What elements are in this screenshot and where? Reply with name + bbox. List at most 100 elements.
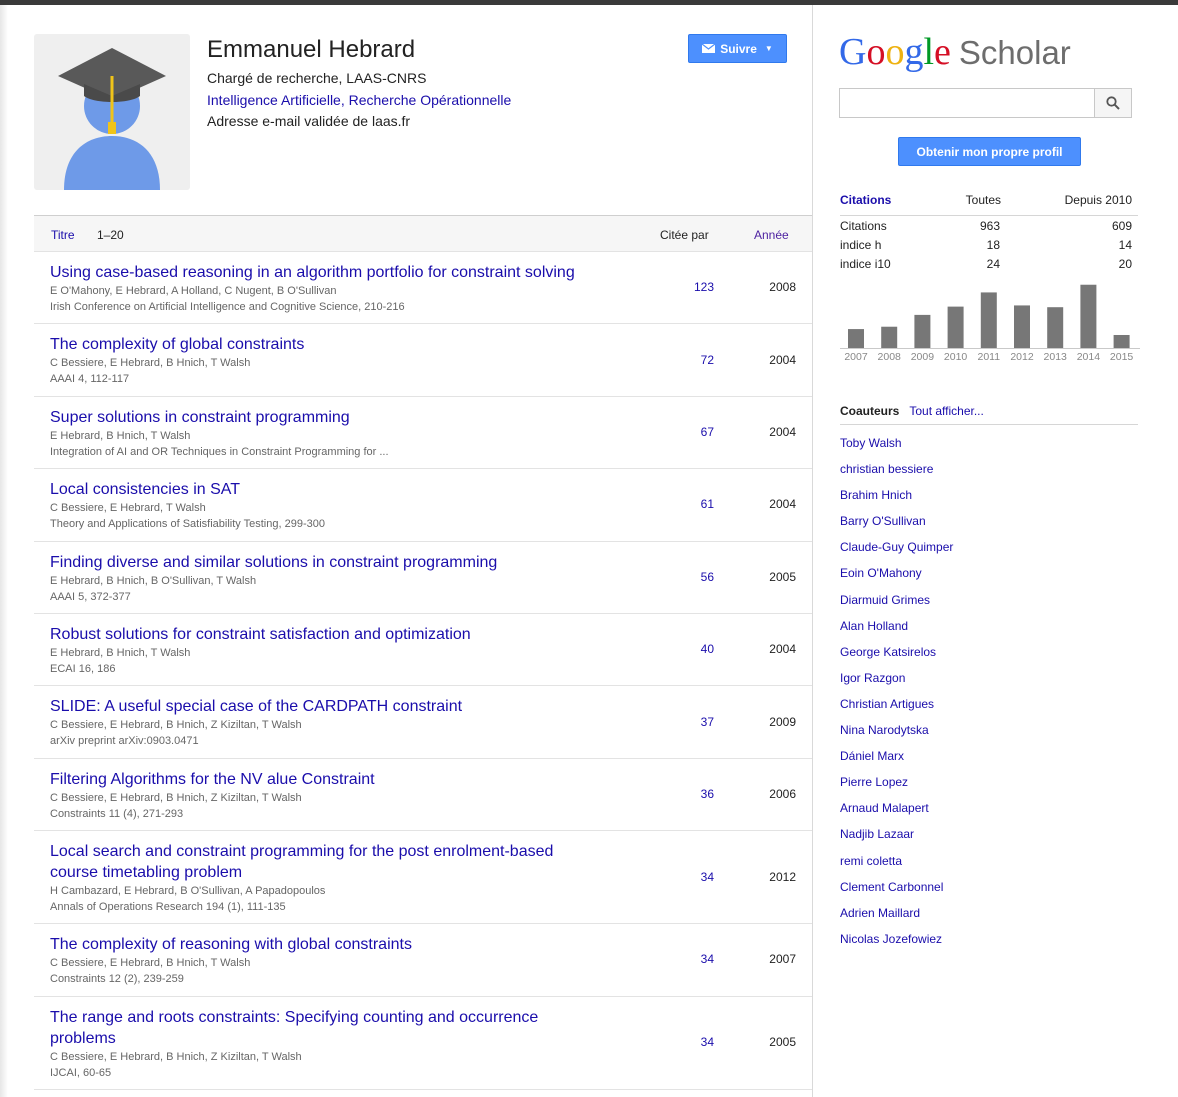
coauthor-link[interactable]: George Katsirelos [840,643,953,669]
article-title-link[interactable]: Finding diverse and similar solutions in… [50,552,610,573]
sort-by-title[interactable]: Titre [51,228,75,242]
article-title-link[interactable]: course timetabling problem [50,862,610,883]
follow-button[interactable]: Suivre ▼ [688,34,787,63]
profile-affiliation: Chargé de recherche, LAAS-CNRS [207,70,427,86]
article-title-link[interactable]: Local search and constraint programming … [50,841,610,862]
chart-bar-2011[interactable] [980,292,997,348]
articles-list: Using case-based reasoning in an algorit… [34,252,812,1090]
stats-label: indice h [840,238,882,252]
chart-bar-2014[interactable] [1080,284,1097,348]
article-authors: E Hebrard, B Hnich, T Walsh [50,429,191,442]
avatar [34,34,190,190]
cited-by-count-link[interactable]: 34 [684,870,714,884]
article-info: Using case-based reasoning in an algorit… [50,262,610,315]
chart-bar-2010[interactable] [947,306,964,348]
chart-bar-2009[interactable] [914,314,931,348]
top-bar [0,0,1178,5]
table-row: Local search and constraint programming … [34,831,812,925]
article-venue: Irish Conference on Artificial Intellige… [50,301,405,313]
coauthor-link[interactable]: Claude-Guy Quimper [840,538,953,564]
article-title-link[interactable]: Robust solutions for constraint satisfac… [50,624,610,645]
coauthor-link[interactable]: Arnaud Malapert [840,799,953,825]
coauthor-link[interactable]: Brahim Hnich [840,486,953,512]
article-title-link[interactable]: The complexity of reasoning with global … [50,934,610,955]
chart-bar-2007[interactable] [848,329,864,348]
cited-by-count-link[interactable]: 36 [684,787,714,801]
cited-by-count-link[interactable]: 61 [684,497,714,511]
cited-by-count-link[interactable]: 34 [684,952,714,966]
cited-by-count-link[interactable]: 40 [684,642,714,656]
coauthor-link[interactable]: Barry O'Sullivan [840,512,953,538]
cited-by-count-link[interactable]: 72 [684,353,714,367]
left-shadow [0,5,8,1097]
coauthor-link[interactable]: Clement Carbonnel [840,878,953,904]
coauthor-link[interactable]: remi coletta [840,852,953,878]
coauthor-link[interactable]: Nadjib Lazaar [840,825,953,851]
article-title-link[interactable]: problems [50,1028,610,1049]
coauthor-link[interactable]: Pierre Lopez [840,773,953,799]
google-scholar-logo[interactable]: Google Scholar [839,30,1071,74]
coauthor-link[interactable]: Dániel Marx [840,747,953,773]
chevron-down-icon: ▼ [764,44,773,53]
stats-label: indice i10 [840,257,891,271]
article-title-link[interactable]: Filtering Algorithms for the NV alue Con… [50,769,610,790]
logo-letter: o [885,31,905,73]
coauthor-link[interactable]: Eoin O'Mahony [840,564,953,590]
article-authors: C Bessiere, E Hebrard, B Hnich, T Walsh [50,357,251,370]
article-venue: Integration of AI and OR Techniques in C… [50,445,389,458]
article-title-link[interactable]: The complexity of global constraints [50,334,610,355]
stats-header-since: Depuis 2010 [1064,193,1132,207]
search-input[interactable] [839,88,1095,118]
article-title-link[interactable]: Local consistencies in SAT [50,479,610,500]
stats-label: Citations [840,219,887,233]
show-all-coauthors-link[interactable]: Tout afficher... [909,404,984,418]
article-info: Finding diverse and similar solutions in… [50,552,610,605]
own-profile-button[interactable]: Obtenir mon propre profil [898,137,1081,166]
article-authors: H Cambazard, E Hebrard, B O'Sullivan, A … [50,885,326,898]
coauthor-link[interactable]: Igor Razgon [840,669,953,695]
chart-tick-label: 2014 [1077,351,1101,363]
article-venue: AAAI 5, 372-377 [50,590,131,603]
chart-bar-2012[interactable] [1014,305,1030,348]
coauthor-link[interactable]: Alan Holland [840,617,953,643]
article-info: Local consistencies in SAT C Bessiere, E … [50,479,610,532]
cited-by-count-link[interactable]: 67 [684,425,714,439]
article-info: The complexity of reasoning with global … [50,934,610,987]
logo-google: Google [839,31,951,73]
article-title-link[interactable]: Using case-based reasoning in an algorit… [50,262,610,283]
article-title-link[interactable]: The range and roots constraints: Specify… [50,1007,610,1028]
coauthor-link[interactable]: Toby Walsh [840,434,953,460]
article-title-link[interactable]: Super solutions in constraint programmin… [50,407,610,428]
article-title-link[interactable]: SLIDE: A useful special case of the CARD… [50,696,610,717]
column-divider [812,5,813,1097]
stats-header-citations[interactable]: Citations [840,193,891,207]
coauthor-link[interactable]: Nicolas Jozefowiez [840,930,953,956]
chart-bar-2008[interactable] [881,326,898,348]
profile-interests-link[interactable]: Intelligence Artificielle, Recherche Opé… [207,92,511,108]
stats-row-citations: Citations 963 609 [840,216,1138,235]
article-venue: Constraints 12 (2), 239-259 [50,973,184,986]
article-year: 2004 [769,642,796,657]
sort-by-cited[interactable]: Citée par [660,228,709,242]
article-info: The range and roots constraints: Specify… [50,1007,610,1081]
article-authors: E O'Mahony, E Hebrard, A Holland, C Nuge… [50,285,337,297]
chart-bar-2015[interactable] [1113,334,1130,348]
logo-letter: g [904,31,924,73]
article-venue: arXiv preprint arXiv:0903.0471 [50,735,199,748]
coauthor-link[interactable]: Adrien Maillard [840,904,953,930]
coauthor-link[interactable]: Nina Narodytska [840,721,953,747]
cited-by-count-link[interactable]: 37 [684,715,714,729]
cited-by-count-link[interactable]: 34 [684,1035,714,1049]
coauthor-link[interactable]: christian bessiere [840,460,953,486]
article-authors: C Bessiere, E Hebrard, B Hnich, Z Kizilt… [50,719,302,732]
article-venue: ECAI 16, 186 [50,662,116,675]
search-button[interactable] [1094,88,1132,118]
chart-bar-2013[interactable] [1047,307,1064,348]
cited-by-count-link[interactable]: 123 [684,280,714,294]
coauthor-link[interactable]: Diarmuid Grimes [840,591,953,617]
cited-by-count-link[interactable]: 56 [684,570,714,584]
mail-icon [702,44,716,53]
stats-row-i10-index: indice i10 24 20 [840,254,1138,273]
sort-by-year[interactable]: Année [754,228,789,242]
coauthor-link[interactable]: Christian Artigues [840,695,953,721]
